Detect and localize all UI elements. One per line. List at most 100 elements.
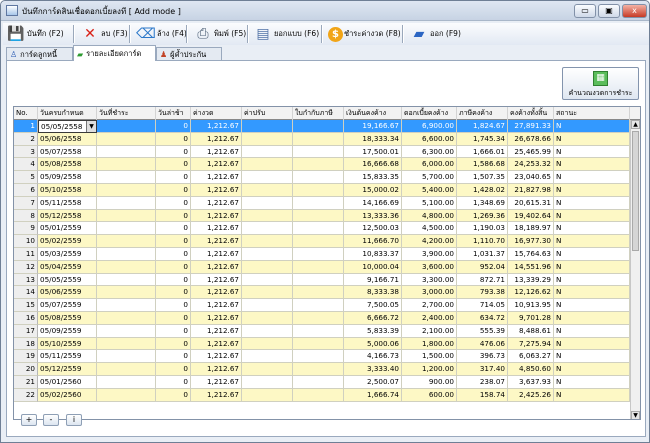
clear-button[interactable]: ⌫ ล้าง (F4) (136, 24, 187, 44)
payment-date-cell[interactable] (97, 324, 156, 338)
due-date-cell[interactable]: 05/11/2558 (38, 196, 97, 210)
due-date-cell[interactable]: 05/02/2559 (38, 235, 97, 248)
table-row[interactable]: 5 05/09/2558 0 1,212.67 15,833.35 5,700.00 1,5… (14, 171, 630, 184)
print-button[interactable]: ⎙ พิมพ์ (F5) (193, 24, 246, 44)
table-row[interactable]: 11 05/03/2559 0 1,212.67 10,833.37 3,900.00 1,… (14, 248, 630, 261)
payment-date-cell[interactable] (97, 299, 156, 312)
tab-card-details[interactable]: ▰ รายละเอียดการ์ด (73, 45, 156, 61)
due-date-cell[interactable]: 05/01/2560 (38, 376, 97, 389)
table-row[interactable]: 14 05/06/2559 0 1,212.67 8,333.38 3,000.00 793… (14, 286, 630, 300)
due-date-cell[interactable]: 05/05/2559 (38, 273, 97, 287)
table-row[interactable]: 15 05/07/2559 0 1,212.67 7,500.05 2,700.00 714… (14, 299, 630, 312)
payment-date-cell[interactable] (97, 196, 156, 210)
table-row[interactable]: 8 05/12/2558 0 1,212.67 13,333.36 4,800.00 1,2… (14, 209, 630, 223)
due-date-cell[interactable]: 05/11/2559 (38, 350, 97, 364)
remove-row-button[interactable]: - (43, 414, 59, 426)
due-date-cell[interactable]: 05/09/2558 (38, 171, 97, 184)
total-cell: 20,615.31 (508, 196, 554, 210)
tab-card-details-label: รายละเอียดการ์ด (86, 49, 142, 58)
payment-date-cell[interactable] (97, 184, 156, 197)
interest-cell: 4,500.00 (402, 222, 457, 236)
exit-button-label: ออก (F9) (430, 29, 461, 38)
payment-date-cell[interactable] (97, 388, 156, 402)
due-date-cell[interactable]: 05/12/2558 (38, 209, 97, 223)
table-row[interactable]: 12 05/04/2559 0 1,212.67 10,000.04 3,600.00 95… (14, 260, 630, 274)
payment-date-cell[interactable] (97, 337, 156, 351)
close-button[interactable]: x (622, 4, 647, 18)
tax-invoice-cell (293, 388, 344, 402)
table-row[interactable]: 2 05/06/2558 0 1,212.67 18,333.34 6,600.00 1,7… (14, 132, 630, 146)
payment-date-cell[interactable] (97, 132, 156, 146)
due-date-cell[interactable]: 05/06/2558 (38, 132, 97, 146)
table-row[interactable]: 18 05/10/2559 0 1,212.67 5,000.06 1,800.00 476… (14, 337, 630, 351)
table-row[interactable]: 9 05/01/2559 0 1,212.67 12,500.03 4,500.00 1,1… (14, 222, 630, 236)
due-date-cell[interactable]: 05/10/2558 (38, 184, 97, 197)
table-row[interactable]: 22 05/02/2560 0 1,212.67 1,666.74 600.00 158.7… (14, 388, 630, 402)
scroll-up-icon[interactable]: ▲ (631, 120, 640, 129)
due-date-input[interactable]: 05/05/2558 ▼ (38, 120, 97, 133)
payment-date-cell[interactable] (97, 171, 156, 184)
principal-cell: 12,500.03 (344, 222, 402, 236)
payment-date-cell[interactable] (97, 273, 156, 287)
payment-date-cell[interactable] (97, 312, 156, 325)
calculate-installments-button[interactable]: ▦ คำนวณงวดการชำระ (562, 67, 639, 100)
table-row[interactable]: 16 05/08/2559 0 1,212.67 6,666.72 2,400.00 634… (14, 312, 630, 325)
due-date-cell[interactable]: 05/10/2559 (38, 337, 97, 351)
column-header-number: No. (14, 107, 38, 120)
payment-date-cell[interactable] (97, 145, 156, 159)
vertical-scrollbar[interactable]: ▲ ▼ (630, 120, 640, 419)
payment-date-cell[interactable] (97, 248, 156, 261)
row-number-cell: 17 (14, 324, 38, 338)
payment-date-cell[interactable] (97, 222, 156, 236)
due-date-cell[interactable]: 05/04/2559 (38, 260, 97, 274)
due-date-cell[interactable]: 05/07/2559 (38, 299, 97, 312)
add-row-button[interactable]: + (21, 414, 37, 426)
table-row[interactable]: 1 05/05/2558 ▼ 0 1,212.67 19,166.67 6,900.00 1,… (14, 120, 630, 133)
payment-date-cell[interactable] (97, 350, 156, 364)
table-row[interactable]: 7 05/11/2558 0 1,212.67 14,166.69 5,100.00 1,3… (14, 196, 630, 210)
payment-date-cell[interactable] (97, 120, 156, 133)
chevron-down-icon[interactable]: ▼ (86, 121, 96, 132)
row-info-button[interactable]: i (66, 414, 82, 426)
table-row[interactable]: 13 05/05/2559 0 1,212.67 9,166.71 3,300.00 872… (14, 273, 630, 287)
copy-form-button[interactable]: ▤ ยอกแบบ (F6) (253, 24, 319, 44)
row-number-cell: 2 (14, 132, 38, 146)
payment-date-cell[interactable] (97, 260, 156, 274)
due-date-cell[interactable]: 05/08/2559 (38, 312, 97, 325)
installment-cell: 1,212.67 (191, 286, 242, 300)
due-date-cell[interactable]: 05/03/2559 (38, 248, 97, 261)
table-row[interactable]: 17 05/09/2559 0 1,212.67 5,833.39 2,100.00 555… (14, 324, 630, 338)
tab-guarantor[interactable]: ♟ ผู้ค้ำประกัน (156, 47, 222, 60)
payment-date-cell[interactable] (97, 209, 156, 223)
pay-installment-button[interactable]: $ ชำระค่างวด (F8) (328, 24, 401, 44)
minimize-button[interactable]: ▭ (574, 4, 596, 18)
table-row[interactable]: 6 05/10/2558 0 1,212.67 15,000.02 5,400.00 1,4… (14, 184, 630, 197)
payment-date-cell[interactable] (97, 158, 156, 172)
table-row[interactable]: 10 05/02/2559 0 1,212.67 11,666.70 4,200.00 1,… (14, 235, 630, 248)
maximize-button[interactable]: ▣ (598, 4, 620, 18)
tax-cell: 1,586.68 (457, 158, 508, 172)
exit-button[interactable]: ▰ ออก (F9) (409, 24, 461, 44)
payment-date-cell[interactable] (97, 286, 156, 300)
table-row[interactable]: 21 05/01/2560 0 1,212.67 2,500.07 900.00 238.0… (14, 376, 630, 389)
table-row[interactable]: 3 05/07/2558 0 1,212.67 17,500.01 6,300.00 1,6… (14, 145, 630, 159)
delete-button[interactable]: ✕ ลบ (F3) (80, 24, 128, 44)
table-row[interactable]: 4 05/08/2558 0 1,212.67 16,666.68 6,000.00 1,5… (14, 158, 630, 172)
due-date-cell[interactable]: 05/06/2559 (38, 286, 97, 300)
scroll-down-icon[interactable]: ▼ (631, 411, 640, 419)
tax-invoice-cell (293, 312, 344, 325)
due-date-cell[interactable]: 05/07/2558 (38, 145, 97, 159)
table-row[interactable]: 20 05/12/2559 0 1,212.67 3,333.40 1,200.00 317… (14, 363, 630, 376)
payment-date-cell[interactable] (97, 235, 156, 248)
payment-date-cell[interactable] (97, 376, 156, 389)
due-date-cell[interactable]: 05/12/2559 (38, 363, 97, 376)
table-row[interactable]: 19 05/11/2559 0 1,212.67 4,166.73 1,500.00 396… (14, 350, 630, 364)
save-button[interactable]: 💾 บันทึก (F2) (6, 24, 63, 44)
due-date-cell[interactable]: 05/02/2560 (38, 388, 97, 402)
due-date-cell[interactable]: 05/08/2558 (38, 158, 97, 172)
due-date-cell[interactable]: 05/01/2559 (38, 222, 97, 236)
payment-date-cell[interactable] (97, 363, 156, 376)
tab-debtor-card[interactable]: ♙ การ์ดลูกหนี้ (6, 47, 73, 60)
scrollbar-thumb[interactable] (632, 131, 639, 251)
due-date-cell[interactable]: 05/09/2559 (38, 324, 97, 338)
